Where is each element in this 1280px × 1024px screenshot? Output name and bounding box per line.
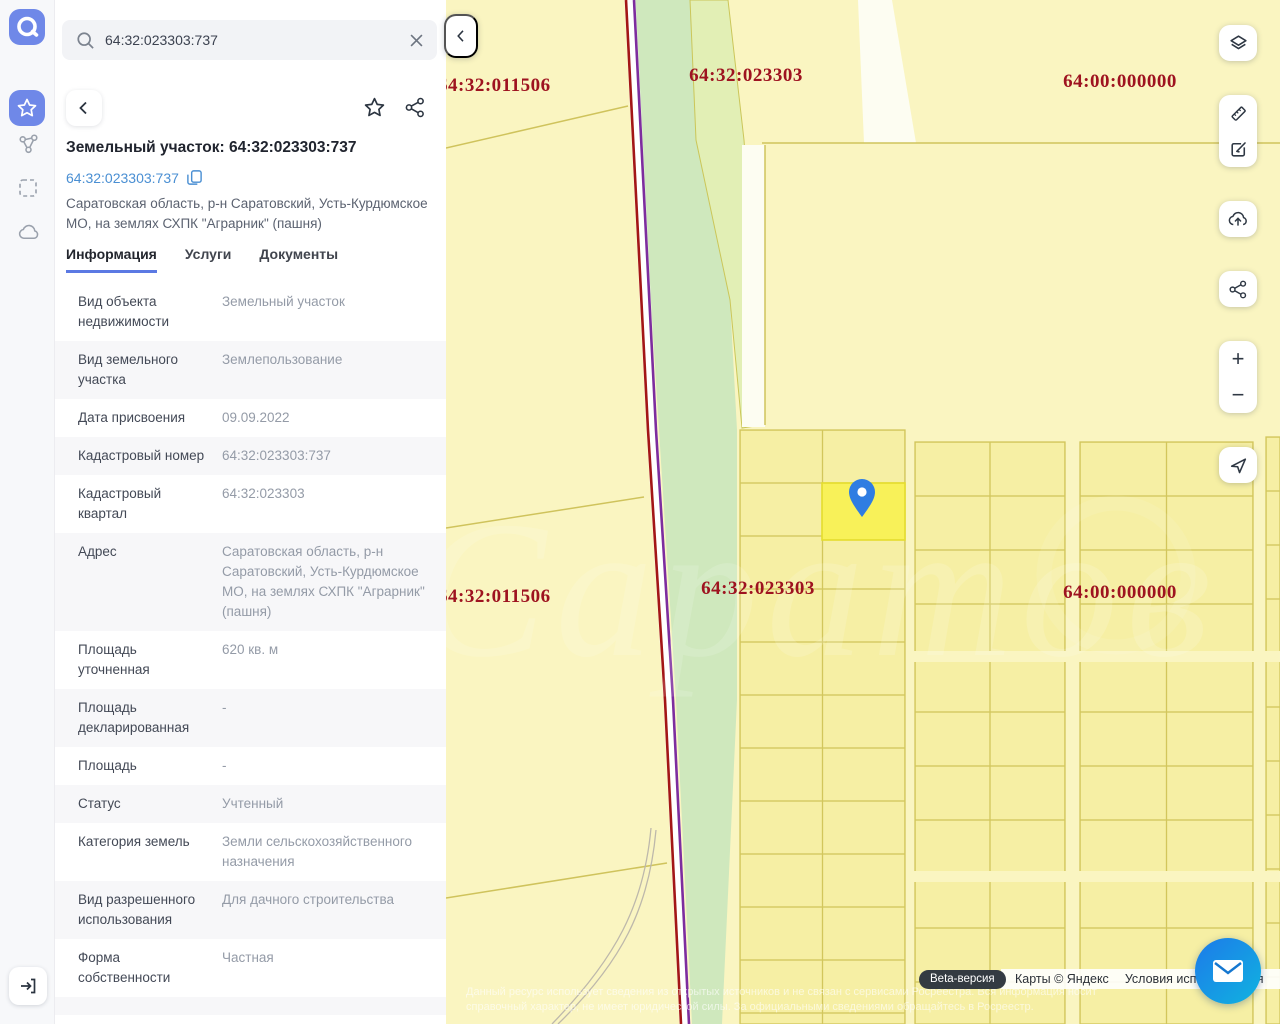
chevron-left-icon <box>79 101 87 115</box>
zoom-controls: + − <box>1219 341 1257 413</box>
quarter-label: 64:32:011506 <box>446 75 551 96</box>
zoom-out-button[interactable]: − <box>1219 377 1257 413</box>
envelope-icon <box>1213 960 1243 982</box>
page-title: Земельный участок: 64:32:023303:737 <box>66 139 357 156</box>
sidebar-item-favorites[interactable] <box>9 90 45 126</box>
parcel-address: Саратовская область, р-н Саратовский, Ус… <box>66 196 428 231</box>
tab-documents[interactable]: Документы <box>259 246 338 273</box>
share-icon <box>405 97 424 118</box>
locate-button[interactable] <box>1219 447 1257 483</box>
dashed-square-icon <box>19 179 37 197</box>
tab-bar: Информация Услуги Документы <box>66 246 338 273</box>
disclaimer-line: справочный характер, не имеет юридическо… <box>466 1001 1034 1013</box>
table-row: Адрес Саратовская область, р-н Саратовски… <box>55 533 446 631</box>
ruler-button[interactable] <box>1219 95 1257 131</box>
detail-panel: Земельный участок: 64:32:023303:737 64:3… <box>55 0 446 1024</box>
yandex-copyright[interactable]: Карты © Яндекс <box>1015 972 1109 986</box>
sidebar-item-cloud[interactable] <box>16 220 40 244</box>
search-bar[interactable] <box>62 20 437 60</box>
cadastral-number-link[interactable]: 64:32:023303:737 <box>66 170 179 186</box>
table-row: Вид земельного участка Землепользование <box>55 341 446 399</box>
navigation-arrow-icon <box>1230 457 1246 473</box>
nodes-icon <box>18 133 38 153</box>
logout-button[interactable] <box>9 967 47 1005</box>
map-canvas[interactable]: Саратов 64:32:011506 64:32:023303 64:00:… <box>446 0 1280 1024</box>
back-button[interactable] <box>66 90 102 126</box>
star-icon <box>364 97 385 117</box>
table-row: Площадь уточненная 620 кв. м <box>78 642 279 677</box>
collapse-panel-button[interactable] <box>444 14 478 58</box>
disclaimer-line: Данный ресурс использует сведения из отк… <box>466 986 1097 998</box>
app-window: Саратов 64:32:011506 64:32:023303 64:00:… <box>0 0 1280 1024</box>
star-icon <box>17 98 37 117</box>
exit-icon <box>21 978 36 994</box>
table-row: Площадь декларированная - <box>55 689 446 747</box>
table-row: Вид объекта недвижимости Земельный участо… <box>78 294 345 329</box>
upload-button[interactable] <box>1219 201 1257 237</box>
layers-button[interactable] <box>1219 25 1257 61</box>
table-row <box>55 997 446 1015</box>
table-row: Площадь - <box>78 758 227 773</box>
ruler-icon <box>1231 106 1246 121</box>
logo-icon <box>17 16 39 37</box>
measure-tools-group <box>1219 95 1257 167</box>
quarter-label: 64:00:000000 <box>1063 71 1177 92</box>
app-logo[interactable] <box>9 9 45 45</box>
table-row: Кадастровый номер 64:32:023303:737 <box>55 437 446 475</box>
beta-badge: Beta-версия <box>919 970 1006 989</box>
favorite-button[interactable] <box>363 96 386 119</box>
icon-rail <box>0 0 55 1024</box>
cloud-upload-icon <box>1228 211 1247 226</box>
tab-services[interactable]: Услуги <box>185 246 232 273</box>
draw-button[interactable] <box>1219 131 1257 167</box>
sidebar-item-select-area[interactable] <box>16 176 40 200</box>
clear-search-icon[interactable] <box>410 34 423 47</box>
table-row: Категория земель Земли сельскохозяйственн… <box>78 834 413 869</box>
table-row: Кадастровый квартал 64:32:023303 <box>78 486 305 521</box>
zoom-in-button[interactable]: + <box>1219 341 1257 377</box>
cloud-icon <box>18 224 38 239</box>
share-icon <box>1228 280 1246 298</box>
table-row: Статус Учтенный <box>55 785 446 823</box>
search-icon <box>77 31 94 49</box>
info-table: Вид объекта недвижимости Земельный участо… <box>55 283 446 1015</box>
sidebar-item-objects[interactable] <box>16 131 40 155</box>
chat-button[interactable] <box>1195 938 1261 1004</box>
quarter-label: 64:00:000000 <box>1063 582 1177 603</box>
layers-icon <box>1229 34 1247 49</box>
quarter-label: 64:32:011506 <box>446 586 551 607</box>
copy-icon[interactable] <box>186 169 203 186</box>
quarter-label: 64:32:023303 <box>701 578 815 599</box>
share-button[interactable] <box>404 96 427 119</box>
table-row: Вид разрешенного использования Для дачног… <box>55 881 446 939</box>
tab-information[interactable]: Информация <box>66 246 157 273</box>
map-share-button[interactable] <box>1219 271 1257 307</box>
table-row: Форма собственности Частная <box>78 950 274 985</box>
chevron-left-icon <box>457 30 464 42</box>
quarter-label: 64:32:023303 <box>689 65 803 86</box>
parcel-grid-d[interactable] <box>1265 436 1280 1024</box>
table-row: Дата присвоения 09.09.2022 <box>78 410 290 425</box>
search-input[interactable] <box>105 32 410 48</box>
edit-icon <box>1230 141 1246 157</box>
